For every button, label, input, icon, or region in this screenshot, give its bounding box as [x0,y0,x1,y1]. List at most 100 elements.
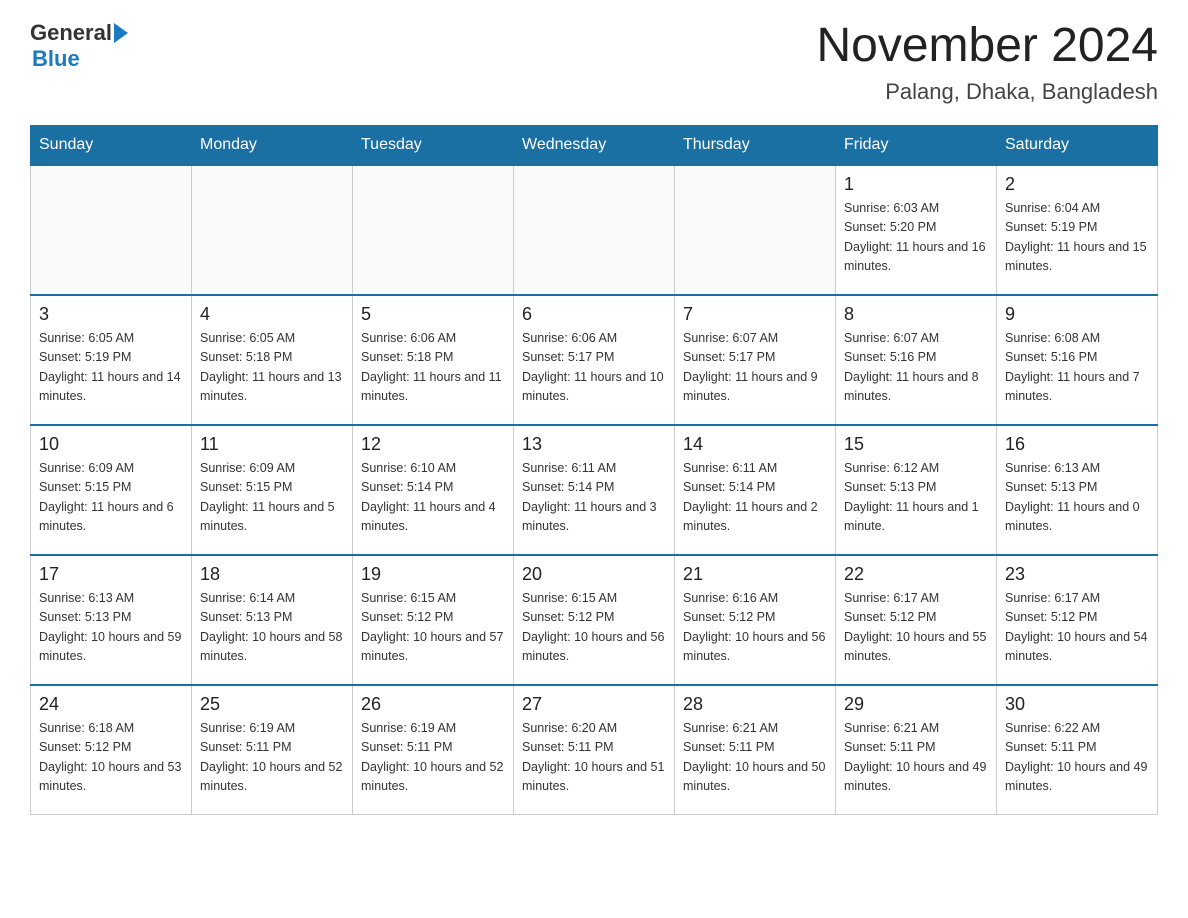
day-info: Sunrise: 6:17 AM Sunset: 5:12 PM Dayligh… [1005,589,1149,667]
calendar-cell [514,165,675,295]
weekday-header-thursday: Thursday [675,125,836,165]
calendar-cell: 27Sunrise: 6:20 AM Sunset: 5:11 PM Dayli… [514,685,675,815]
calendar-cell: 7Sunrise: 6:07 AM Sunset: 5:17 PM Daylig… [675,295,836,425]
day-number: 15 [844,434,988,455]
day-number: 21 [683,564,827,585]
day-info: Sunrise: 6:19 AM Sunset: 5:11 PM Dayligh… [361,719,505,797]
title-area: November 2024 Palang, Dhaka, Bangladesh [816,20,1158,105]
calendar-cell [353,165,514,295]
day-number: 2 [1005,174,1149,195]
weekday-header-wednesday: Wednesday [514,125,675,165]
calendar-week-row: 17 Sunrise: 6:13 AM Sunset: 5:13 PM Dayli… [31,555,1158,685]
day-number: 6 [522,304,666,325]
calendar-cell: 20Sunrise: 6:15 AM Sunset: 5:12 PM Dayli… [514,555,675,685]
day-number: 30 [1005,694,1149,715]
day-number: 4 [200,304,344,325]
logo-arrow-icon [114,23,128,43]
calendar-body: 1Sunrise: 6:03 AM Sunset: 5:20 PM Daylig… [31,165,1158,815]
calendar-title: November 2024 [816,20,1158,73]
weekday-header-saturday: Saturday [997,125,1158,165]
calendar-cell: 28Sunrise: 6:21 AM Sunset: 5:11 PM Dayli… [675,685,836,815]
day-number: 5 [361,304,505,325]
day-number: 18 [200,564,344,585]
calendar-week-row: 1Sunrise: 6:03 AM Sunset: 5:20 PM Daylig… [31,165,1158,295]
day-info: Sunrise: 6:15 AM Sunset: 5:12 PM Dayligh… [361,589,505,667]
weekday-header-tuesday: Tuesday [353,125,514,165]
day-number: 10 [39,434,183,455]
day-info: Sunrise: 6:09 AM Sunset: 5:15 PM Dayligh… [39,459,183,537]
day-info: Sunrise: 6:21 AM Sunset: 5:11 PM Dayligh… [844,719,988,797]
day-number: 3 [39,304,183,325]
day-number: 23 [1005,564,1149,585]
calendar-cell: 30Sunrise: 6:22 AM Sunset: 5:11 PM Dayli… [997,685,1158,815]
calendar-cell: 6Sunrise: 6:06 AM Sunset: 5:17 PM Daylig… [514,295,675,425]
calendar-cell: 17 Sunrise: 6:13 AM Sunset: 5:13 PM Dayli… [31,555,192,685]
calendar-cell: 23 Sunrise: 6:17 AM Sunset: 5:12 PM Dayli… [997,555,1158,685]
calendar-cell: 12 Sunrise: 6:10 AM Sunset: 5:14 PM Dayli… [353,425,514,555]
day-number: 26 [361,694,505,715]
day-number: 11 [200,434,344,455]
calendar-cell: 13 Sunrise: 6:11 AM Sunset: 5:14 PM Dayli… [514,425,675,555]
day-info: Sunrise: 6:04 AM Sunset: 5:19 PM Dayligh… [1005,199,1149,277]
calendar-cell [31,165,192,295]
calendar-cell: 21 Sunrise: 6:16 AM Sunset: 5:12 PM Dayli… [675,555,836,685]
day-number: 16 [1005,434,1149,455]
day-number: 8 [844,304,988,325]
day-info: Sunrise: 6:13 AM Sunset: 5:13 PM Dayligh… [39,589,183,667]
day-number: 29 [844,694,988,715]
day-info: Sunrise: 6:11 AM Sunset: 5:14 PM Dayligh… [683,459,827,537]
calendar-cell: 15Sunrise: 6:12 AM Sunset: 5:13 PM Dayli… [836,425,997,555]
calendar-cell: 26 Sunrise: 6:19 AM Sunset: 5:11 PM Dayli… [353,685,514,815]
weekday-header-friday: Friday [836,125,997,165]
logo-general-text: General [30,20,112,46]
calendar-cell: 29 Sunrise: 6:21 AM Sunset: 5:11 PM Dayli… [836,685,997,815]
calendar-cell: 11Sunrise: 6:09 AM Sunset: 5:15 PM Dayli… [192,425,353,555]
calendar-subtitle: Palang, Dhaka, Bangladesh [816,79,1158,105]
calendar-table: SundayMondayTuesdayWednesdayThursdayFrid… [30,125,1158,816]
weekday-header-sunday: Sunday [31,125,192,165]
day-info: Sunrise: 6:14 AM Sunset: 5:13 PM Dayligh… [200,589,344,667]
calendar-cell: 10 Sunrise: 6:09 AM Sunset: 5:15 PM Dayli… [31,425,192,555]
logo: General Blue [30,20,128,72]
calendar-cell: 24Sunrise: 6:18 AM Sunset: 5:12 PM Dayli… [31,685,192,815]
day-number: 7 [683,304,827,325]
day-info: Sunrise: 6:18 AM Sunset: 5:12 PM Dayligh… [39,719,183,797]
day-info: Sunrise: 6:13 AM Sunset: 5:13 PM Dayligh… [1005,459,1149,537]
weekday-header-monday: Monday [192,125,353,165]
page-header: General Blue November 2024 Palang, Dhaka… [30,20,1158,105]
day-info: Sunrise: 6:10 AM Sunset: 5:14 PM Dayligh… [361,459,505,537]
calendar-week-row: 10 Sunrise: 6:09 AM Sunset: 5:15 PM Dayli… [31,425,1158,555]
calendar-cell: 16 Sunrise: 6:13 AM Sunset: 5:13 PM Dayli… [997,425,1158,555]
calendar-cell: 1Sunrise: 6:03 AM Sunset: 5:20 PM Daylig… [836,165,997,295]
day-number: 9 [1005,304,1149,325]
calendar-cell: 8 Sunrise: 6:07 AM Sunset: 5:16 PM Daylig… [836,295,997,425]
day-number: 22 [844,564,988,585]
calendar-cell [675,165,836,295]
day-info: Sunrise: 6:03 AM Sunset: 5:20 PM Dayligh… [844,199,988,277]
calendar-cell: 18 Sunrise: 6:14 AM Sunset: 5:13 PM Dayli… [192,555,353,685]
day-number: 12 [361,434,505,455]
day-info: Sunrise: 6:07 AM Sunset: 5:16 PM Dayligh… [844,329,988,407]
day-info: Sunrise: 6:05 AM Sunset: 5:19 PM Dayligh… [39,329,183,407]
calendar-cell: 2 Sunrise: 6:04 AM Sunset: 5:19 PM Daylig… [997,165,1158,295]
day-info: Sunrise: 6:06 AM Sunset: 5:18 PM Dayligh… [361,329,505,407]
calendar-cell: 9 Sunrise: 6:08 AM Sunset: 5:16 PM Daylig… [997,295,1158,425]
day-number: 13 [522,434,666,455]
day-number: 14 [683,434,827,455]
calendar-week-row: 24Sunrise: 6:18 AM Sunset: 5:12 PM Dayli… [31,685,1158,815]
calendar-cell: 14 Sunrise: 6:11 AM Sunset: 5:14 PM Dayli… [675,425,836,555]
day-number: 27 [522,694,666,715]
day-info: Sunrise: 6:08 AM Sunset: 5:16 PM Dayligh… [1005,329,1149,407]
day-info: Sunrise: 6:11 AM Sunset: 5:14 PM Dayligh… [522,459,666,537]
day-info: Sunrise: 6:19 AM Sunset: 5:11 PM Dayligh… [200,719,344,797]
calendar-cell: 25Sunrise: 6:19 AM Sunset: 5:11 PM Dayli… [192,685,353,815]
day-info: Sunrise: 6:16 AM Sunset: 5:12 PM Dayligh… [683,589,827,667]
day-number: 19 [361,564,505,585]
day-number: 28 [683,694,827,715]
calendar-header: SundayMondayTuesdayWednesdayThursdayFrid… [31,125,1158,165]
calendar-cell: 4 Sunrise: 6:05 AM Sunset: 5:18 PM Daylig… [192,295,353,425]
calendar-week-row: 3 Sunrise: 6:05 AM Sunset: 5:19 PM Daylig… [31,295,1158,425]
day-info: Sunrise: 6:05 AM Sunset: 5:18 PM Dayligh… [200,329,344,407]
day-info: Sunrise: 6:17 AM Sunset: 5:12 PM Dayligh… [844,589,988,667]
day-number: 17 [39,564,183,585]
